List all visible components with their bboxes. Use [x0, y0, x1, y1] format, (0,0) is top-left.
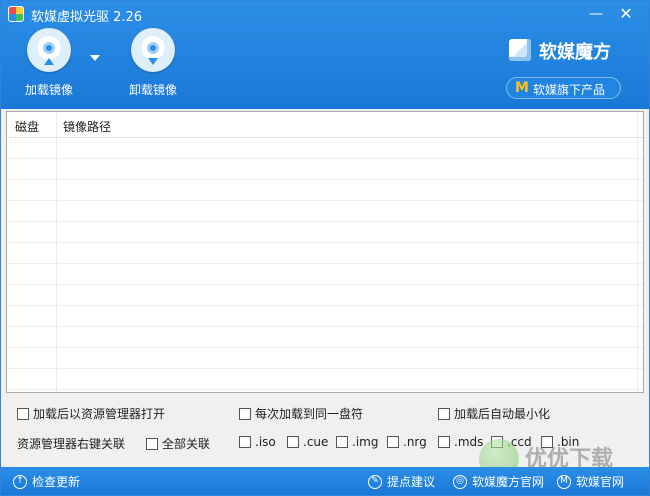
table-row [7, 222, 643, 243]
brand-logo: 软媒魔方 [509, 37, 639, 65]
check-update-link[interactable]: ↑ 检查更新 [13, 473, 80, 490]
minimize-after-load-checkbox[interactable]: 加载后自动最小化 [438, 405, 550, 422]
header-band: 软媒虚拟光驱 2.26 — ✕ 加载镜像 卸载镜像 软媒魔方 M 软媒旗下产品 [1, 1, 649, 109]
table-row [7, 243, 643, 264]
column-drive[interactable]: 磁盘 [15, 118, 39, 135]
window-title: 软媒虚拟光驱 2.26 [31, 10, 143, 25]
load-image-button[interactable]: 加载镜像 [9, 28, 89, 98]
ext-ccd-checkbox[interactable]: .ccd [491, 435, 532, 449]
open-explorer-checkbox[interactable]: 加载后以资源管理器打开 [17, 405, 165, 422]
ruanmei-site-link[interactable]: M 软媒官网 [557, 473, 624, 490]
feedback-link[interactable]: ✎ 提点建议 [368, 473, 435, 490]
ext-img-checkbox[interactable]: .img [336, 435, 378, 449]
minimize-button[interactable]: — [583, 3, 609, 25]
ext-bin-checkbox[interactable]: .bin [541, 435, 579, 449]
table-row [7, 159, 643, 180]
app-logo-icon [8, 6, 24, 22]
unload-image-label: 卸载镜像 [128, 83, 177, 97]
feather-icon: ✎ [368, 474, 382, 489]
table-row [7, 327, 643, 348]
close-button[interactable]: ✕ [613, 3, 639, 25]
table-row [7, 180, 643, 201]
associate-all-checkbox[interactable]: 全部关联 [146, 435, 210, 452]
unload-disc-icon [131, 28, 175, 72]
title-bar[interactable]: 软媒虚拟光驱 2.26 — ✕ [1, 1, 649, 27]
cube-logo-icon [509, 39, 531, 61]
table-row [7, 285, 643, 306]
up-arrow-icon [44, 58, 54, 65]
up-arrow-icon: ↑ [13, 474, 27, 489]
ext-mds-checkbox[interactable]: .mds [438, 435, 483, 449]
m-logo-icon: M [557, 474, 571, 489]
brand-name: 软媒魔方 [539, 42, 611, 63]
products-label: 软媒旗下产品 [533, 83, 606, 97]
table-row [7, 306, 643, 327]
mofang-site-link[interactable]: ◎ 软媒魔方官网 [453, 473, 544, 490]
products-button[interactable]: M 软媒旗下产品 [506, 77, 621, 99]
load-image-label: 加载镜像 [24, 83, 73, 97]
ext-cue-checkbox[interactable]: .cue [287, 435, 328, 449]
down-arrow-icon [148, 58, 158, 65]
load-disc-icon [27, 28, 71, 72]
drive-table[interactable]: 磁盘 镜像路径 [6, 111, 644, 393]
same-drive-checkbox[interactable]: 每次加载到同一盘符 [239, 405, 363, 422]
table-row [7, 348, 643, 369]
load-dropdown-icon[interactable] [90, 55, 100, 61]
unload-image-button[interactable]: 卸载镜像 [113, 28, 193, 98]
table-header: 磁盘 镜像路径 [7, 112, 643, 138]
table-row [7, 264, 643, 285]
context-menu-label: 资源管理器右键关联 [17, 437, 126, 451]
column-image-path[interactable]: 镜像路径 [63, 118, 111, 135]
table-row [7, 369, 643, 390]
globe-icon: ◎ [453, 474, 467, 489]
app-window: 软媒虚拟光驱 2.26 — ✕ 加载镜像 卸载镜像 软媒魔方 M 软媒旗下产品 … [0, 0, 650, 496]
table-row [7, 201, 643, 222]
table-row [7, 138, 643, 159]
ext-nrg-checkbox[interactable]: .nrg [387, 435, 427, 449]
m-logo-icon: M [515, 80, 529, 96]
status-bar: ↑ 检查更新 ✎ 提点建议 ◎ 软媒魔方官网 M 软媒官网 [1, 467, 649, 495]
ext-iso-checkbox[interactable]: .iso [239, 435, 276, 449]
